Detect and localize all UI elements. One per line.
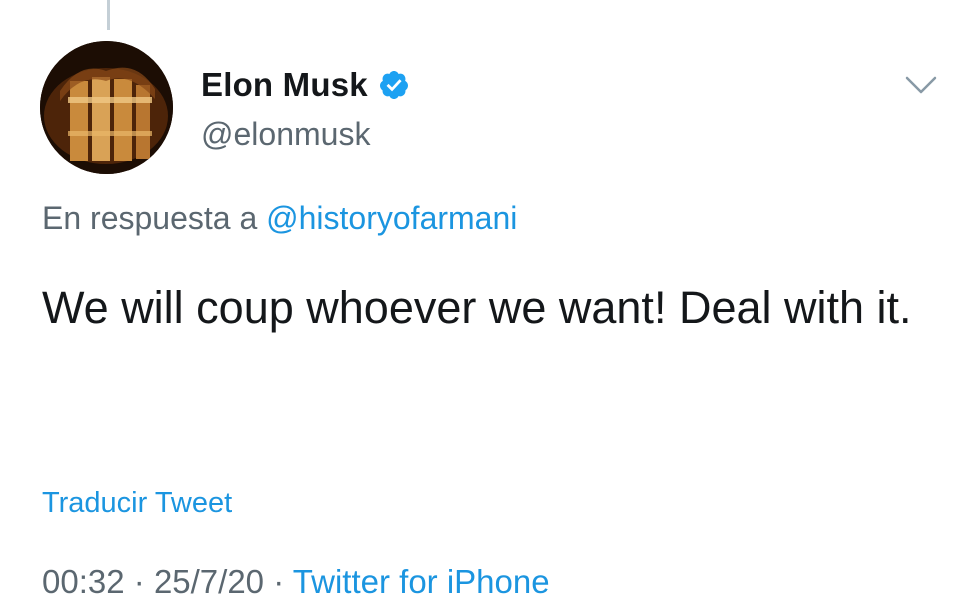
verified-badge-icon [379,71,408,99]
tweet-detail: Elon Musk @elonmusk En respuesta a @hist… [0,0,977,611]
meta-separator: · [133,563,145,600]
reply-context: En respuesta a @historyofarmani [42,200,517,237]
author-name-row[interactable]: Elon Musk [201,66,410,104]
thread-connector-line [107,0,110,30]
avatar[interactable] [40,41,173,174]
meta-separator: · [273,563,285,600]
tweet-source-link[interactable]: Twitter for iPhone [293,563,550,600]
tweet-metadata: 00:32 · 25/7/20 · Twitter for iPhone [42,563,550,601]
reply-prefix: En respuesta a [42,200,258,236]
reply-mention-link[interactable]: @historyofarmani [266,200,517,236]
author-display-name[interactable]: Elon Musk [201,66,368,104]
tweet-text: We will coup whoever we want! Deal with … [42,282,912,333]
chevron-down-icon[interactable] [903,73,939,97]
avatar-image [40,41,173,174]
author-handle[interactable]: @elonmusk [201,116,370,153]
tweet-date[interactable]: 25/7/20 [154,563,264,600]
tweet-time[interactable]: 00:32 [42,563,125,600]
translate-tweet-link[interactable]: Traducir Tweet [42,487,232,520]
